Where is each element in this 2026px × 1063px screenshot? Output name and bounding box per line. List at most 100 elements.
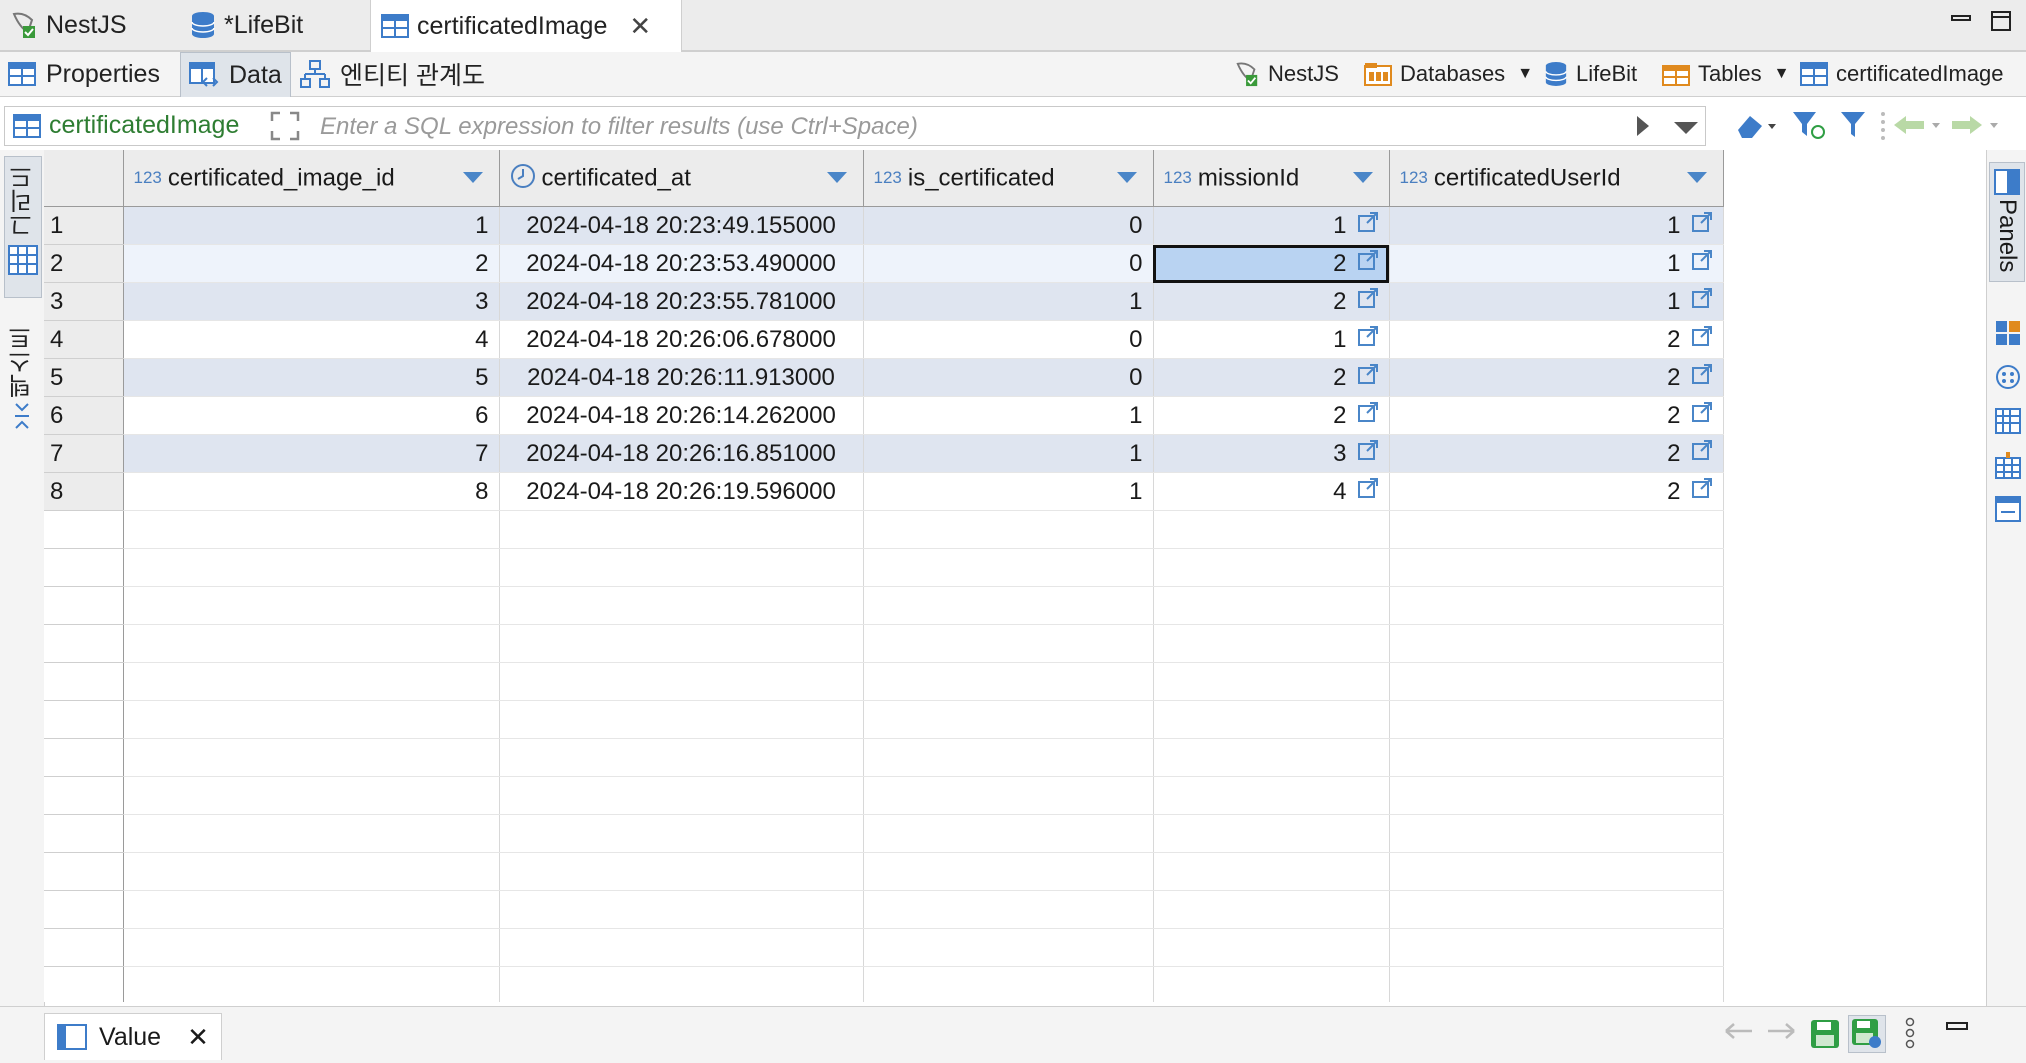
open-reference-icon[interactable] <box>1357 401 1379 430</box>
dropdown-caret-icon[interactable]: ▼ <box>1517 65 1533 83</box>
cell-is-certificated[interactable]: 1 <box>863 396 1154 435</box>
cell-certificated-at[interactable]: 2024-04-18 20:26:11.913000 <box>499 358 864 397</box>
open-reference-icon[interactable] <box>1357 287 1379 316</box>
editor-tab-lifebit[interactable]: *LifeBit <box>180 0 370 50</box>
value-viewer-panel-icon[interactable] <box>1995 496 2021 522</box>
table-row[interactable]: 4 4 2024-04-18 20:26:06.678000 0 1 2 <box>44 320 1986 359</box>
auto-save-icon[interactable] <box>1848 1015 1886 1053</box>
references-panel-icon[interactable] <box>1995 364 2021 390</box>
cell-is-certificated[interactable]: 0 <box>863 358 1154 397</box>
cell-missionid[interactable]: 2 <box>1153 282 1390 321</box>
cell-certificated-at[interactable]: 2024-04-18 20:26:19.596000 <box>499 472 864 511</box>
row-number[interactable]: 3 <box>44 282 124 321</box>
cell-certificated-at[interactable]: 2024-04-18 20:26:06.678000 <box>499 320 864 359</box>
cell-certificated-image-id[interactable]: 1 <box>123 206 500 245</box>
cell-certificated-image-id[interactable]: 7 <box>123 434 500 473</box>
row-number[interactable]: 2 <box>44 244 124 283</box>
more-options-icon[interactable] <box>1904 1017 1916 1049</box>
cell-certificated-image-id[interactable]: 4 <box>123 320 500 359</box>
filter-icon[interactable] <box>1840 110 1866 140</box>
forward-arrow-icon[interactable] <box>1950 114 2000 136</box>
open-reference-icon[interactable] <box>1357 211 1379 240</box>
cell-certificateduserid[interactable]: 1 <box>1389 244 1724 283</box>
minimize-icon[interactable] <box>1950 10 1972 37</box>
cell-is-certificated[interactable]: 0 <box>863 320 1154 359</box>
column-header-is-certificated[interactable]: 123 is_certificated <box>863 150 1154 207</box>
open-reference-icon[interactable] <box>1357 325 1379 354</box>
cell-certificateduserid[interactable]: 2 <box>1389 320 1724 359</box>
cell-certificateduserid[interactable]: 1 <box>1389 282 1724 321</box>
cell-is-certificated[interactable]: 0 <box>863 206 1154 245</box>
table-row[interactable]: 6 6 2024-04-18 20:26:14.262000 1 2 2 <box>44 396 1986 435</box>
cell-certificated-image-id[interactable]: 8 <box>123 472 500 511</box>
previous-icon[interactable] <box>1724 1021 1754 1041</box>
cell-missionid[interactable]: 1 <box>1153 206 1390 245</box>
table-row[interactable]: 1 1 2024-04-18 20:23:49.155000 0 1 1 <box>44 206 1986 245</box>
filter-history-dropdown-icon[interactable] <box>1673 121 1699 135</box>
open-reference-icon[interactable] <box>1691 363 1713 392</box>
tab-value[interactable]: Value ✕ <box>44 1013 222 1060</box>
column-header-certificated-at[interactable]: certificated_at <box>499 150 864 207</box>
dropdown-caret-icon[interactable]: ▼ <box>1774 65 1790 83</box>
panels-toggle[interactable]: Panels <box>1989 162 2025 282</box>
cell-certificateduserid[interactable]: 1 <box>1389 206 1724 245</box>
cell-certificateduserid[interactable]: 2 <box>1389 472 1724 511</box>
cell-missionid[interactable]: 4 <box>1153 472 1390 511</box>
cell-certificateduserid[interactable]: 2 <box>1389 434 1724 473</box>
open-reference-icon[interactable] <box>1691 287 1713 316</box>
column-header-certificated-image-id[interactable]: 123 certificated_image_id <box>123 150 500 207</box>
table-row[interactable]: 7 7 2024-04-18 20:26:16.851000 1 3 2 <box>44 434 1986 473</box>
cell-certificateduserid[interactable]: 2 <box>1389 358 1724 397</box>
cell-certificated-at[interactable]: 2024-04-18 20:23:55.781000 <box>499 282 864 321</box>
cell-missionid[interactable]: 2 <box>1153 396 1390 435</box>
row-number[interactable]: 7 <box>44 434 124 473</box>
open-reference-icon[interactable] <box>1691 477 1713 506</box>
breadcrumb-databases[interactable]: Databases ▼ <box>1364 52 1533 96</box>
cell-missionid[interactable]: 2 <box>1153 244 1390 283</box>
table-row[interactable]: 3 3 2024-04-18 20:23:55.781000 1 2 1 <box>44 282 1986 321</box>
row-number[interactable]: 4 <box>44 320 124 359</box>
expand-icon[interactable] <box>270 111 300 141</box>
cell-certificated-at[interactable]: 2024-04-18 20:23:49.155000 <box>499 206 864 245</box>
metadata-panel-icon[interactable] <box>1995 452 2021 480</box>
cell-certificated-at[interactable]: 2024-04-18 20:23:53.490000 <box>499 244 864 283</box>
calculator-panel-icon[interactable] <box>1995 320 2021 346</box>
grouping-panel-icon[interactable] <box>1995 408 2021 434</box>
close-icon[interactable]: ✕ <box>187 1022 209 1053</box>
open-reference-icon[interactable] <box>1357 477 1379 506</box>
breadcrumb-tables[interactable]: Tables ▼ <box>1662 52 1789 96</box>
maximize-icon[interactable] <box>1990 10 2012 37</box>
table-row[interactable]: 5 5 2024-04-18 20:26:11.913000 0 2 2 <box>44 358 1986 397</box>
minimize-panel-icon[interactable] <box>1946 1021 1968 1033</box>
cell-certificated-image-id[interactable]: 2 <box>123 244 500 283</box>
breadcrumb-lifebit[interactable]: LifeBit <box>1544 52 1637 96</box>
open-reference-icon[interactable] <box>1357 363 1379 392</box>
cell-is-certificated[interactable]: 1 <box>863 282 1154 321</box>
cell-certificated-at[interactable]: 2024-04-18 20:26:16.851000 <box>499 434 864 473</box>
open-reference-icon[interactable] <box>1691 211 1713 240</box>
filter-input[interactable]: certificatedImage Enter a SQL expression… <box>4 106 1706 146</box>
filter-settings-icon[interactable] <box>1792 110 1826 140</box>
cell-missionid[interactable]: 2 <box>1153 358 1390 397</box>
next-icon[interactable] <box>1766 1021 1796 1041</box>
open-reference-icon[interactable] <box>1691 325 1713 354</box>
cell-is-certificated[interactable]: 1 <box>863 472 1154 511</box>
column-header-certificateduserid[interactable]: 123 certificatedUserId <box>1389 150 1724 207</box>
run-filter-icon[interactable] <box>1635 115 1651 137</box>
open-reference-icon[interactable] <box>1691 249 1713 278</box>
open-reference-icon[interactable] <box>1691 401 1713 430</box>
open-reference-icon[interactable] <box>1357 439 1379 468</box>
cell-certificated-at[interactable]: 2024-04-18 20:26:14.262000 <box>499 396 864 435</box>
cell-is-certificated[interactable]: 1 <box>863 434 1154 473</box>
cell-is-certificated[interactable]: 0 <box>863 244 1154 283</box>
column-sort-icon[interactable] <box>1686 172 1707 183</box>
breadcrumb-certificatedimage[interactable]: certificatedImage <box>1800 52 2004 96</box>
column-sort-icon[interactable] <box>462 172 483 183</box>
column-header-missionid[interactable]: 123 missionId <box>1153 150 1390 207</box>
row-number[interactable]: 8 <box>44 472 124 511</box>
tab-properties[interactable]: Properties <box>0 52 168 96</box>
cell-certificateduserid[interactable]: 2 <box>1389 396 1724 435</box>
breadcrumb-nestjs[interactable]: NestJS <box>1234 52 1339 96</box>
close-icon[interactable]: ✕ <box>629 11 651 42</box>
row-number[interactable]: 5 <box>44 358 124 397</box>
